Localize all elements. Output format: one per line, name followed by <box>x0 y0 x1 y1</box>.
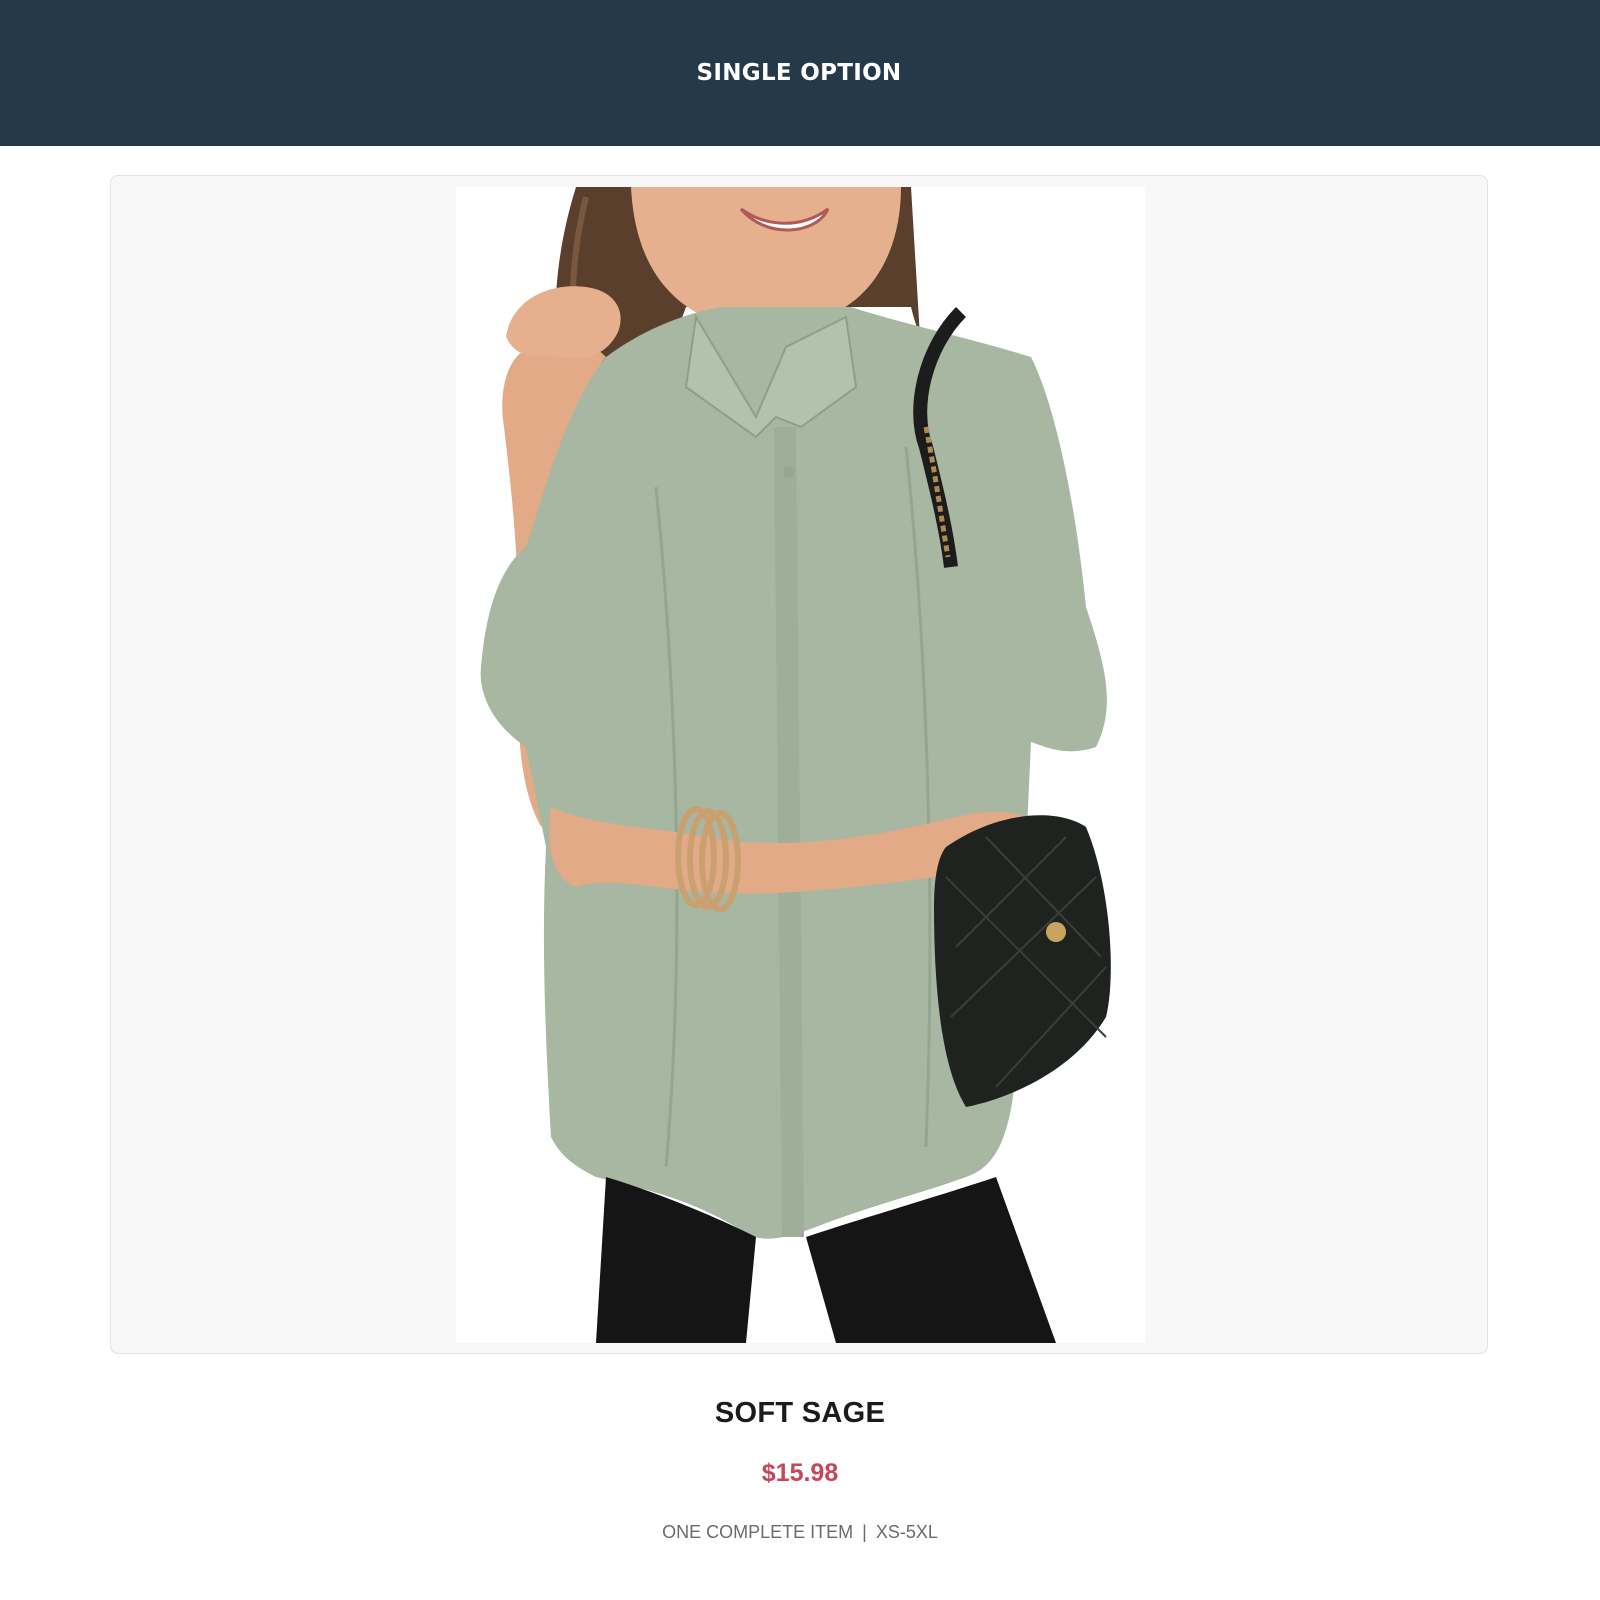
product-image[interactable] <box>456 187 1145 1343</box>
product-detail: ONE COMPLETE ITEM <box>662 1522 854 1542</box>
product-name: SOFT SAGE <box>714 1397 886 1429</box>
product-sizes: XS-5XL <box>875 1522 938 1542</box>
meta-separator: | <box>862 1522 867 1542</box>
page-title: SINGLE OPTION <box>696 60 902 86</box>
product-image-panel <box>110 175 1488 1354</box>
product-meta: ONE COMPLETE ITEM | XS-5XL <box>0 1522 1600 1543</box>
product-price: $15.98 <box>761 1459 839 1487</box>
page-header: SINGLE OPTION <box>0 0 1600 146</box>
